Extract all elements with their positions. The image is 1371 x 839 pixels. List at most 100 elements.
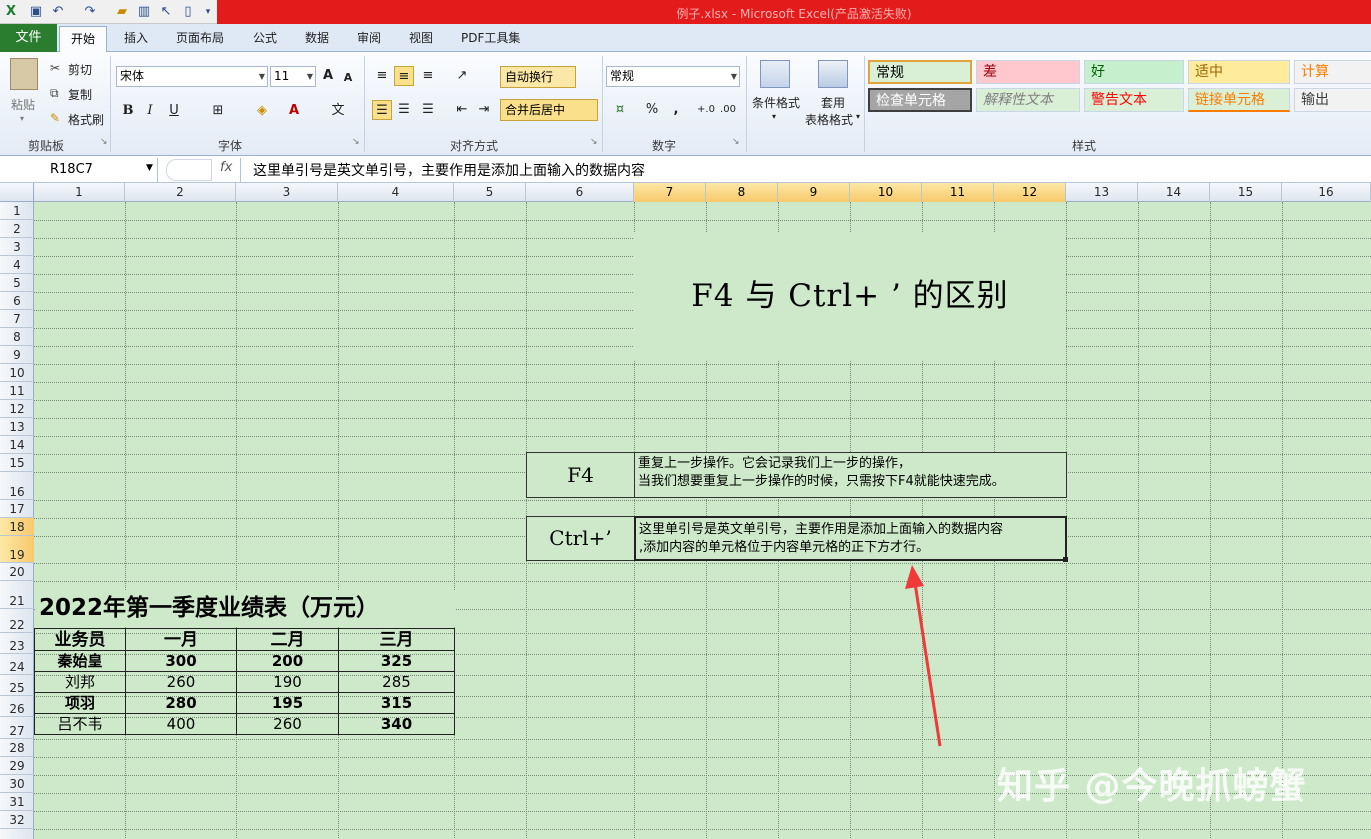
row-header[interactable]: 19	[0, 536, 34, 563]
cell-style-option[interactable]: 检查单元格	[868, 88, 972, 112]
cut-button[interactable]: 剪切	[68, 61, 92, 78]
column-header[interactable]: 14	[1138, 183, 1210, 202]
formula-bar-content[interactable]: 这里单引号是英文单引号，主要作用是添加上面输入的数据内容	[253, 160, 645, 180]
redo-icon[interactable]: ↷	[82, 4, 98, 20]
row-header[interactable]: 1	[0, 202, 34, 220]
select-all-corner[interactable]	[0, 183, 34, 202]
align-center-icon[interactable]: ☰	[394, 100, 414, 120]
row-header[interactable]: 22	[0, 609, 34, 633]
row-header[interactable]: 8	[0, 328, 34, 346]
column-header[interactable]: 3	[236, 183, 338, 202]
fill-color-icon[interactable]: ◈	[252, 101, 272, 121]
row-header[interactable]: 25	[0, 675, 34, 696]
font-size-select[interactable]: 11 ▼	[270, 66, 316, 87]
table-cell[interactable]: 315	[338, 692, 455, 714]
formula-bar-expand-handle[interactable]	[166, 159, 212, 181]
table-cell[interactable]: 340	[338, 713, 455, 735]
sheet-heading[interactable]: F4 与 Ctrl+ ’ 的区别	[634, 233, 1066, 360]
align-middle-icon[interactable]: ≡	[394, 66, 414, 86]
pointer-icon[interactable]: ↖	[158, 4, 174, 20]
format-as-table-label-1[interactable]: 套用	[821, 94, 845, 111]
row-header[interactable]: 3	[0, 238, 34, 256]
increase-indent-icon[interactable]: ⇥	[474, 100, 494, 120]
column-header[interactable]: 8	[706, 183, 778, 202]
row-header[interactable]: 9	[0, 346, 34, 364]
tab-view[interactable]: 视图	[409, 29, 433, 46]
column-header[interactable]: 2	[125, 183, 236, 202]
borders-icon[interactable]: ⊞	[208, 101, 228, 121]
align-left-icon[interactable]: ☰	[372, 100, 392, 120]
tab-home[interactable]: 开始	[59, 26, 107, 53]
table-header-cell[interactable]: 二月	[236, 628, 339, 651]
row-header[interactable]: 4	[0, 256, 34, 274]
column-header[interactable]: 13	[1066, 183, 1138, 202]
new-document-icon[interactable]: ▯	[180, 4, 196, 20]
conditional-formatting-button[interactable]: 条件格式	[752, 94, 800, 111]
row-header[interactable]: 14	[0, 436, 34, 454]
row-header[interactable]: 26	[0, 696, 34, 717]
ctrl-label-cell[interactable]: Ctrl+’	[526, 516, 635, 561]
table-cell[interactable]: 300	[125, 650, 237, 672]
table-cell[interactable]: 项羽	[34, 692, 126, 714]
align-right-icon[interactable]: ☰	[418, 100, 438, 120]
alignment-launcher-icon[interactable]: ↘	[590, 137, 598, 147]
column-header[interactable]: 7	[634, 183, 706, 202]
column-header[interactable]: 10	[850, 183, 922, 202]
column-header[interactable]: 5	[454, 183, 526, 202]
undo-icon[interactable]: ↶	[50, 4, 66, 20]
tab-formulas[interactable]: 公式	[253, 29, 277, 46]
bold-button[interactable]: B	[118, 101, 138, 121]
column-header[interactable]: 11	[922, 183, 994, 202]
row-header[interactable]: 23	[0, 633, 34, 654]
table-cell[interactable]: 325	[338, 650, 455, 672]
grow-font-icon[interactable]: A	[318, 66, 338, 86]
percent-button[interactable]: %	[642, 100, 662, 120]
number-format-select[interactable]: 常规 ▼	[606, 66, 740, 87]
comma-button[interactable]: ,	[666, 100, 686, 120]
decrease-indent-icon[interactable]: ⇤	[452, 100, 472, 120]
decrease-decimal-icon[interactable]: .00	[718, 100, 738, 120]
cell-style-option[interactable]: 常规	[868, 60, 972, 84]
table-cell[interactable]: 195	[236, 692, 339, 714]
orientation-icon[interactable]: ↗	[452, 66, 472, 86]
cell-style-option[interactable]: 警告文本	[1084, 88, 1184, 112]
table-cell[interactable]: 280	[125, 692, 237, 714]
row-header[interactable]: 2	[0, 220, 34, 238]
insert-function-icon[interactable]: fx	[220, 160, 232, 175]
row-header[interactable]: 16	[0, 472, 34, 500]
row-header[interactable]: 30	[0, 775, 34, 793]
row-header[interactable]: 6	[0, 292, 34, 310]
cell-style-option[interactable]: 好	[1084, 60, 1184, 84]
row-header[interactable]: 7	[0, 310, 34, 328]
tab-data[interactable]: 数据	[305, 29, 329, 46]
row-header[interactable]: 13	[0, 418, 34, 436]
align-top-icon[interactable]: ≡	[372, 66, 392, 86]
row-header[interactable]: 10	[0, 364, 34, 382]
row-header[interactable]: 18	[0, 518, 34, 536]
open-folder-icon[interactable]: ▰	[114, 4, 130, 20]
column-header[interactable]: 6	[526, 183, 634, 202]
row-header[interactable]: 5	[0, 274, 34, 292]
clipboard-launcher-icon[interactable]: ↘	[100, 137, 108, 147]
column-header[interactable]: 4	[338, 183, 454, 202]
f4-label-cell[interactable]: F4	[526, 452, 635, 498]
table-cell[interactable]: 400	[125, 713, 237, 735]
table-cell[interactable]: 190	[236, 671, 339, 693]
column-header[interactable]: 15	[1210, 183, 1282, 202]
column-header[interactable]: 12	[994, 183, 1066, 202]
format-painter-button[interactable]: 格式刷	[68, 111, 104, 128]
shrink-font-icon[interactable]: A	[338, 68, 358, 88]
copy-button[interactable]: 复制	[68, 86, 92, 103]
customize-toolbar-icon[interactable]: ▾	[200, 4, 216, 20]
worksheet-grid[interactable]: 1 2 3 4 5 6 7 8 9 10 11 12 13 14 15 16 1 2 3 4 5 6 7 8 9 10 11 12 1…	[0, 183, 1371, 839]
name-box[interactable]: R18C7	[0, 158, 158, 182]
paste-button[interactable]: 粘贴	[11, 96, 35, 113]
tab-page-layout[interactable]: 页面布局	[176, 29, 224, 46]
fill-handle[interactable]	[1063, 557, 1068, 562]
phonetic-icon[interactable]: 文	[328, 101, 348, 121]
underline-button[interactable]: U	[164, 101, 184, 121]
font-name-select[interactable]: 宋体 ▼	[116, 66, 268, 87]
number-launcher-icon[interactable]: ↘	[732, 137, 740, 147]
table-cell[interactable]: 200	[236, 650, 339, 672]
cell-style-option[interactable]: 计算	[1294, 60, 1371, 84]
